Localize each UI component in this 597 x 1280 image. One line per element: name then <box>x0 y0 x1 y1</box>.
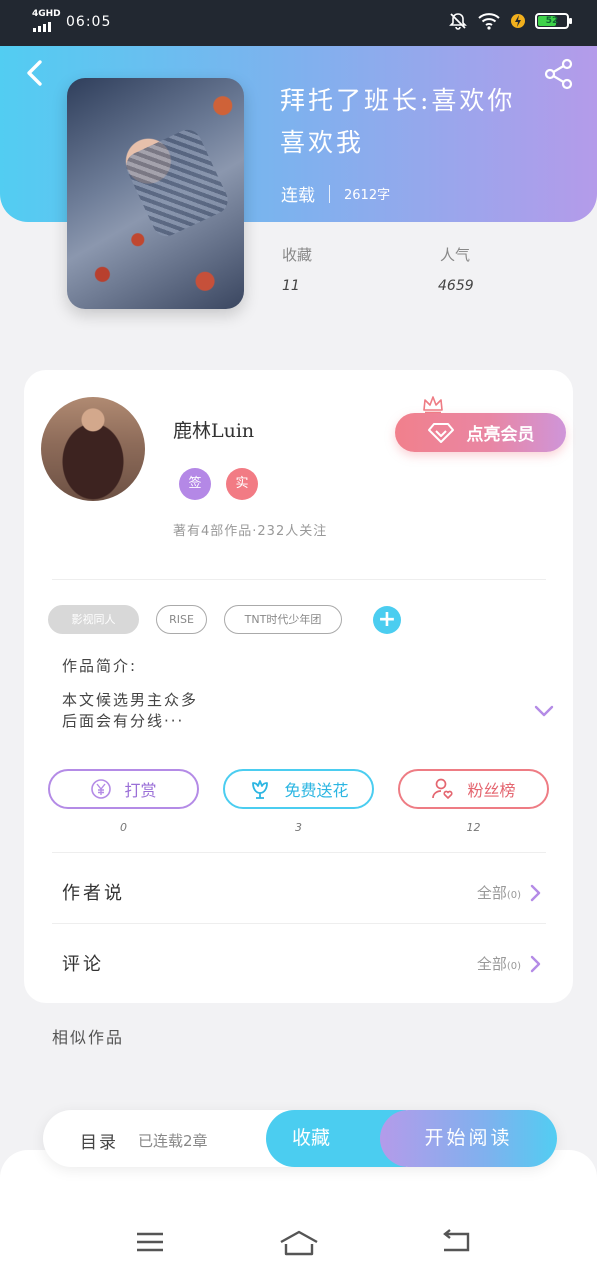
divider <box>52 579 546 580</box>
flower-icon <box>252 780 269 799</box>
fans-count: 12 <box>466 821 481 834</box>
comments-title[interactable]: 评论 <box>62 950 104 976</box>
tag-3[interactable]: TNT时代少年团 <box>224 605 342 634</box>
chevron-down-icon[interactable] <box>533 704 555 718</box>
bottom-panel <box>0 1150 597 1280</box>
status-bar: 4GHD 06:05 52 <box>0 0 597 46</box>
network-type: 4GHD <box>32 9 61 19</box>
tip-label: 打赏 <box>124 781 157 800</box>
back-nav-icon[interactable] <box>440 1228 470 1256</box>
wifi-icon <box>478 13 500 30</box>
back-arrow-icon[interactable] <box>20 56 50 90</box>
comments-all-link[interactable]: 全部(0) <box>477 953 541 974</box>
home-icon[interactable] <box>278 1228 320 1258</box>
favorites-label: 收藏 <box>282 246 313 264</box>
author-says-title[interactable]: 作者说 <box>62 879 125 905</box>
tip-count: 0 <box>120 821 127 834</box>
book-status-row: 连载 2612字 <box>281 181 390 206</box>
send-flower-label: 免费送花 <box>284 781 349 800</box>
chevron-right-icon <box>530 884 541 901</box>
flower-count: 3 <box>295 821 302 834</box>
serial-status: 连载 <box>281 186 315 206</box>
vip-button[interactable]: 点亮会员 <box>395 413 566 452</box>
author-says-all-link[interactable]: 全部(0) <box>477 882 541 903</box>
fans-ranking-button[interactable]: 粉丝榜 <box>398 769 549 809</box>
battery-level: 52 <box>545 16 559 26</box>
status-time: 06:05 <box>66 14 112 30</box>
author-says-all-label: 全部 <box>476 884 507 902</box>
charging-icon <box>511 14 525 28</box>
author-meta: 著有4部作品·232人关注 <box>173 524 328 539</box>
book-title: 拜托了班长:喜欢你 喜欢我 <box>280 86 516 157</box>
diamond-icon <box>427 422 454 443</box>
popularity-label: 人气 <box>440 246 471 264</box>
menu-icon[interactable] <box>135 1228 165 1256</box>
similar-works-title: 相似作品 <box>52 1028 125 1047</box>
signal-icon <box>33 22 51 32</box>
book-cover[interactable] <box>67 78 244 309</box>
author-says-count: (0) <box>506 890 521 901</box>
start-reading-button[interactable]: 开始阅读 <box>380 1110 557 1167</box>
author-name[interactable]: 鹿林Luin <box>173 416 254 443</box>
favorites-value: 11 <box>282 278 300 294</box>
crown-icon <box>423 396 443 414</box>
tag-1[interactable]: 影视同人 <box>48 605 139 634</box>
fans-ranking-label: 粉丝榜 <box>467 781 516 800</box>
comments-all-label: 全部 <box>476 955 507 973</box>
mute-bell-icon <box>449 13 467 30</box>
comments-count: (0) <box>506 961 521 972</box>
add-tag-button[interactable]: + <box>373 606 401 634</box>
signed-badge: 签 <box>179 468 211 500</box>
divider <box>52 852 546 853</box>
tag-2[interactable]: RISE <box>156 605 207 634</box>
popularity-value: 4659 <box>438 278 474 294</box>
battery-icon: 52 <box>535 13 572 29</box>
table-of-contents-button[interactable]: 目录 <box>80 1128 118 1153</box>
tip-button[interactable]: 打赏 <box>48 769 199 809</box>
chapter-count: 已连载2章 <box>138 1132 208 1150</box>
vip-button-label: 点亮会员 <box>466 425 535 445</box>
chevron-right-icon <box>530 955 541 972</box>
verified-badge: 实 <box>226 468 258 500</box>
author-avatar[interactable] <box>41 397 145 501</box>
yen-coin-icon <box>91 779 112 799</box>
word-count: 2612字 <box>344 188 391 203</box>
divider <box>52 923 546 924</box>
send-flower-button[interactable]: 免费送花 <box>223 769 374 809</box>
intro-label: 作品简介: <box>62 657 138 675</box>
intro-text: 本文候选男主众多 后面会有分线··· <box>62 691 199 730</box>
user-heart-icon <box>432 778 454 799</box>
